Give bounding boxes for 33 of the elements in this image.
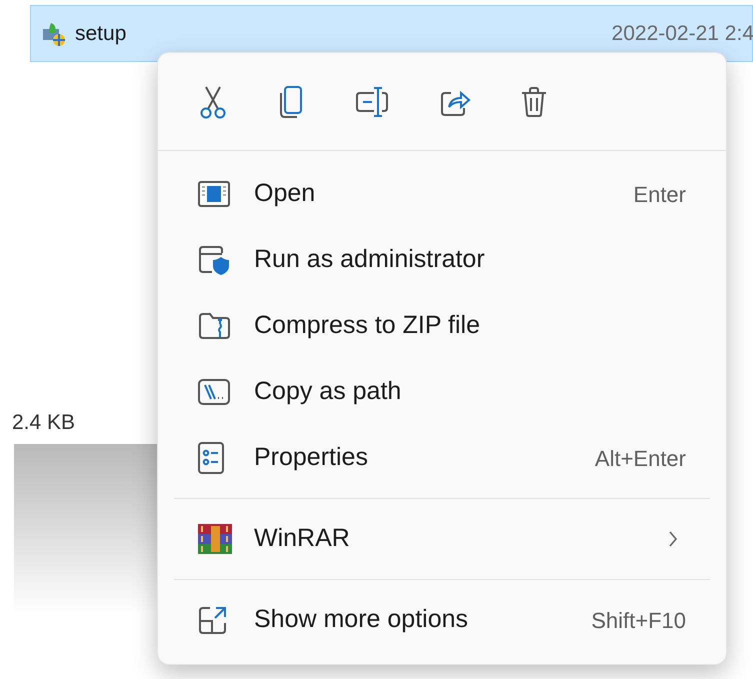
- path-icon: [198, 379, 230, 405]
- menu-item[interactable]: Open Enter: [166, 161, 718, 227]
- menu-item[interactable]: Properties Alt+Enter: [166, 425, 718, 491]
- menu-item-label: Open: [254, 178, 316, 210]
- rename-icon[interactable]: [354, 84, 390, 118]
- window-icon: [198, 181, 230, 207]
- menu-item-label: Compress to ZIP file: [254, 310, 480, 342]
- date-modified: 2022-02-21 2:4: [612, 20, 753, 47]
- menu-item-label: Copy as path: [254, 376, 402, 408]
- setup-icon: [41, 20, 67, 46]
- chevron-right-icon: [668, 530, 678, 548]
- menu-item-label: WinRAR: [254, 523, 350, 554]
- delete-icon[interactable]: [520, 86, 548, 118]
- properties-icon: [198, 442, 224, 474]
- file-name: setup: [75, 20, 126, 47]
- menu-item-label: Properties: [254, 442, 368, 474]
- menu-item[interactable]: Copy as path: [166, 359, 718, 425]
- books-icon: [198, 524, 232, 554]
- menu-item[interactable]: Run as administrator: [166, 227, 718, 293]
- copy-icon[interactable]: [277, 84, 305, 118]
- shield-window-icon: [198, 245, 230, 275]
- shortcut-label: Alt+Enter: [594, 444, 686, 472]
- menu-item[interactable]: Show more options Shift+F10: [166, 587, 718, 653]
- shortcut-label: Shift+F10: [591, 606, 686, 634]
- menu-item[interactable]: Compress to ZIP file: [166, 293, 718, 359]
- zip-folder-icon: [198, 312, 230, 340]
- menu-item-label: Run as administrator: [254, 244, 485, 276]
- menu-item-label: Show more options: [254, 604, 468, 636]
- shortcut-label: Enter: [633, 180, 686, 208]
- expand-window-icon: [198, 605, 228, 635]
- file-size: 2.4 KB: [12, 410, 76, 436]
- menu-item[interactable]: WinRAR: [166, 506, 718, 572]
- cut-icon[interactable]: [198, 84, 228, 118]
